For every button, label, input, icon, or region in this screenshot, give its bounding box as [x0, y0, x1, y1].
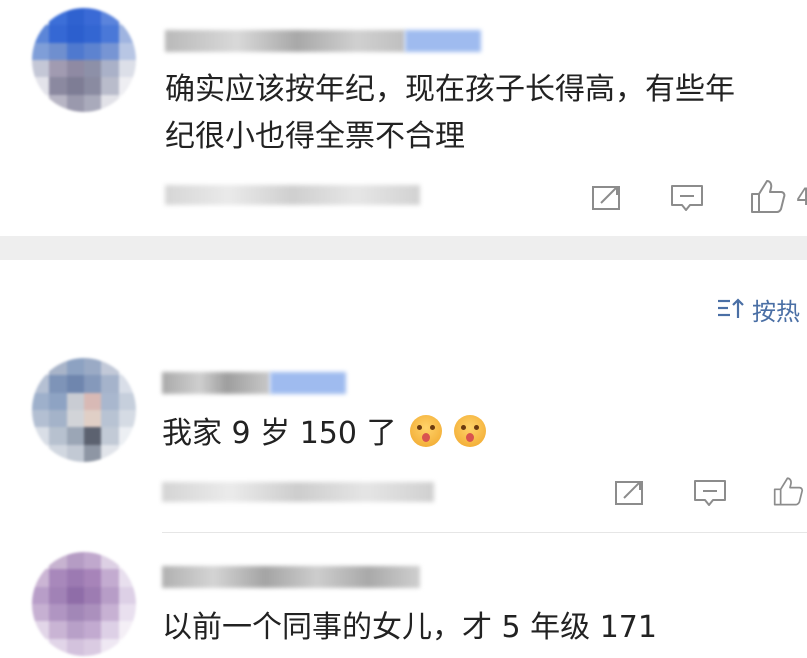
section-divider — [0, 236, 807, 260]
like-count: 4 — [796, 183, 807, 211]
user-badge-redacted — [405, 30, 481, 52]
like-icon[interactable] — [750, 178, 790, 214]
comment-icon[interactable] — [670, 183, 704, 211]
like-icon[interactable] — [773, 473, 807, 509]
comment-meta-redacted — [165, 185, 420, 205]
comment-divider — [162, 532, 807, 533]
user-badge-redacted — [270, 372, 346, 394]
username-redacted[interactable] — [165, 30, 405, 52]
sort-icon[interactable] — [716, 296, 746, 322]
comment-text: 纪很小也得全票不合理 — [165, 119, 465, 154]
share-icon[interactable] — [614, 478, 646, 506]
username-redacted[interactable] — [162, 372, 270, 394]
emoji-surprised-icon — [453, 415, 486, 447]
comment-text: 以前一个同事的女儿，才 5 年级 171 — [162, 610, 657, 645]
comment-icon[interactable] — [693, 478, 727, 506]
sort-button[interactable]: 按热 — [752, 292, 800, 327]
avatar[interactable] — [32, 358, 136, 462]
comment-text: 我家 9 岁 150 了 — [162, 412, 486, 456]
username-redacted[interactable] — [162, 566, 420, 588]
share-icon[interactable] — [591, 183, 623, 211]
emoji-surprised-icon — [410, 415, 443, 447]
avatar[interactable] — [32, 8, 136, 112]
comment-text-content: 我家 9 岁 150 了 — [162, 416, 397, 451]
comment-text: 确实应该按年纪，现在孩子长得高，有些年 — [165, 72, 735, 107]
comment-meta-redacted — [162, 482, 434, 502]
avatar[interactable] — [32, 552, 136, 656]
